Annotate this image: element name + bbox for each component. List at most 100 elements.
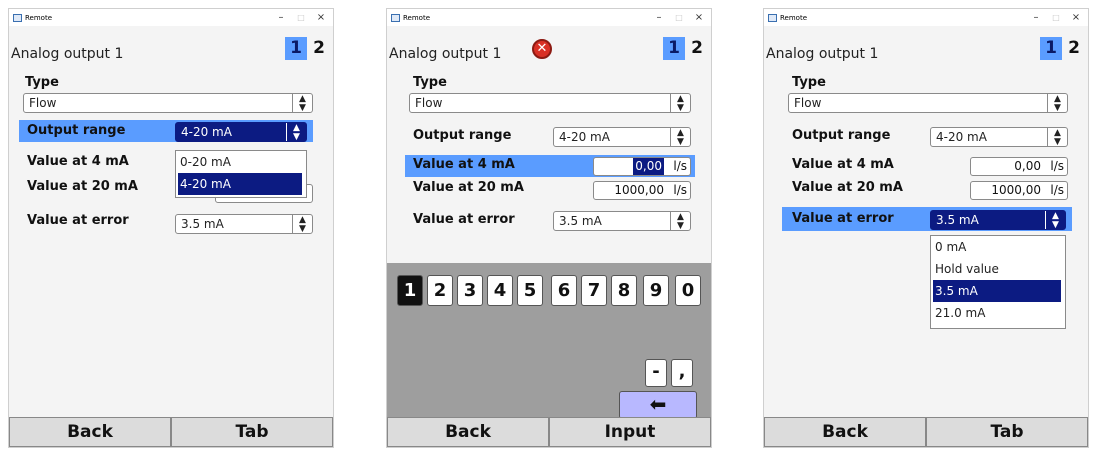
minimize-button[interactable]: – — [649, 12, 669, 23]
value-at-error-select[interactable]: 3.5 mA ▲ ▼ — [930, 210, 1066, 230]
output-range-value: 4-20 mA — [936, 130, 987, 144]
value-20ma-field[interactable]: 1000,00 l/s — [970, 181, 1068, 200]
minimize-button[interactable]: – — [1026, 12, 1046, 23]
remote-window-3: Remote – □ × Analog output 1 1 2 Type Fl… — [763, 8, 1089, 448]
close-button[interactable]: × — [689, 12, 709, 23]
key-8[interactable]: 8 — [611, 275, 637, 306]
input-button[interactable]: Input — [549, 417, 711, 447]
value-20ma-label: Value at 20 mA — [792, 180, 903, 195]
updown-icon: ▲ ▼ — [292, 215, 312, 234]
tab-1[interactable]: 1 — [285, 37, 307, 60]
value-20ma-unit: l/s — [1050, 183, 1064, 197]
key-minus[interactable]: - — [645, 359, 667, 387]
key-0[interactable]: 0 — [675, 275, 701, 306]
type-label: Type — [25, 75, 59, 90]
value-4ma-value: 0,00 — [1014, 159, 1041, 173]
tab-2[interactable]: 2 — [1063, 37, 1085, 60]
output-range-select[interactable]: 4-20 mA ▲ ▼ — [930, 127, 1068, 147]
type-select[interactable]: Flow ▲ ▼ — [788, 93, 1068, 113]
screen-header: Analog output 1 ✕ 1 2 — [387, 37, 711, 65]
bottom-bar: Back Tab — [9, 417, 333, 447]
type-select[interactable]: Flow ▲ ▼ — [23, 93, 313, 113]
type-value: Flow — [794, 96, 822, 110]
value-20ma-value: 1000,00 — [991, 183, 1041, 197]
value-at-error-label: Value at error — [413, 212, 515, 227]
output-range-dropdown: 0-20 mA 4-20 mA — [175, 150, 307, 198]
titlebar: Remote – □ × — [387, 9, 711, 26]
value-20ma-field[interactable]: 1000,00 l/s — [593, 181, 691, 200]
value-at-error-value: 3.5 mA — [181, 217, 224, 231]
type-value: Flow — [415, 96, 443, 110]
screen-title: Analog output 1 — [766, 46, 879, 62]
screen-header: Analog output 1 1 2 — [764, 37, 1088, 65]
updown-icon: ▲ ▼ — [670, 94, 690, 113]
tab-2[interactable]: 2 — [308, 37, 330, 60]
bottom-bar: Back Input — [387, 417, 711, 447]
app-icon — [391, 13, 400, 22]
tab-button[interactable]: Tab — [926, 417, 1088, 447]
key-5[interactable]: 5 — [517, 275, 543, 306]
key-2[interactable]: 2 — [427, 275, 453, 306]
value-4ma-field[interactable]: 0,00 l/s — [970, 157, 1068, 176]
updown-icon: ▲ ▼ — [286, 123, 306, 142]
dropdown-option-selected[interactable]: 3.5 mA — [933, 280, 1061, 302]
value-at-error-select[interactable]: 3.5 mA ▲ ▼ — [175, 214, 313, 234]
key-6[interactable]: 6 — [551, 275, 577, 306]
dropdown-option-selected[interactable]: 4-20 mA — [178, 173, 302, 195]
type-label: Type — [413, 75, 447, 90]
value-at-error-select[interactable]: 3.5 mA ▲ ▼ — [553, 211, 691, 231]
value-20ma-unit: l/s — [673, 183, 687, 197]
tab-button[interactable]: Tab — [171, 417, 333, 447]
titlebar: Remote – □ × — [764, 9, 1088, 26]
dropdown-option[interactable]: 21.0 mA — [931, 302, 1065, 324]
maximize-button[interactable]: □ — [291, 13, 311, 22]
output-range-label: Output range — [27, 123, 126, 138]
tab-1[interactable]: 1 — [1040, 37, 1062, 60]
key-4[interactable]: 4 — [487, 275, 513, 306]
value-4ma-value: 0,00 — [633, 158, 664, 175]
output-range-label: Output range — [413, 128, 512, 143]
close-button[interactable]: × — [1066, 12, 1086, 23]
output-range-label: Output range — [792, 128, 891, 143]
key-7[interactable]: 7 — [581, 275, 607, 306]
output-range-select[interactable]: 4-20 mA ▲ ▼ — [175, 122, 307, 142]
back-button[interactable]: Back — [387, 417, 549, 447]
dropdown-option[interactable]: 0-20 mA — [176, 151, 306, 173]
tab-2[interactable]: 2 — [686, 37, 708, 60]
value-4ma-label: Value at 4 mA — [27, 154, 129, 169]
minimize-button[interactable]: – — [271, 12, 291, 23]
value-4ma-unit: l/s — [673, 159, 687, 173]
close-button[interactable]: × — [311, 12, 331, 23]
screen-title: Analog output 1 — [389, 46, 502, 62]
bottom-bar: Back Tab — [764, 417, 1088, 447]
type-select[interactable]: Flow ▲ ▼ — [409, 93, 691, 113]
window-title: Remote — [780, 13, 808, 22]
numeric-keypad: 1 2 3 4 5 6 7 8 9 0 - , ⬅ — [387, 263, 711, 435]
maximize-button[interactable]: □ — [1046, 13, 1066, 22]
type-value: Flow — [29, 96, 57, 110]
value-4ma-label: Value at 4 mA — [413, 157, 515, 172]
output-range-value: 4-20 mA — [559, 130, 610, 144]
value-4ma-unit: l/s — [1050, 159, 1064, 173]
back-button[interactable]: Back — [764, 417, 926, 447]
app-icon — [768, 13, 777, 22]
dropdown-option[interactable]: Hold value — [931, 258, 1065, 280]
value-4ma-field[interactable]: 0,00 l/s — [593, 157, 691, 176]
dropdown-option[interactable]: 0 mA — [931, 236, 1065, 258]
key-3[interactable]: 3 — [457, 275, 483, 306]
value-at-error-value: 3.5 mA — [936, 213, 979, 227]
enter-key[interactable]: ⬅ — [619, 391, 697, 419]
back-button[interactable]: Back — [9, 417, 171, 447]
key-9[interactable]: 9 — [643, 275, 669, 306]
error-icon[interactable]: ✕ — [532, 39, 552, 59]
output-range-select[interactable]: 4-20 mA ▲ ▼ — [553, 127, 691, 147]
arrow-left-icon: ⬅ — [649, 392, 667, 416]
key-1[interactable]: 1 — [397, 275, 423, 306]
maximize-button[interactable]: □ — [669, 13, 689, 22]
value-20ma-label: Value at 20 mA — [27, 179, 138, 194]
remote-window-1: Remote – □ × Analog output 1 1 2 Type Fl… — [8, 8, 334, 448]
key-comma[interactable]: , — [671, 359, 693, 387]
tab-1[interactable]: 1 — [663, 37, 685, 60]
updown-icon: ▲ ▼ — [1045, 211, 1065, 230]
value-20ma-value: 1000,00 — [614, 183, 664, 197]
